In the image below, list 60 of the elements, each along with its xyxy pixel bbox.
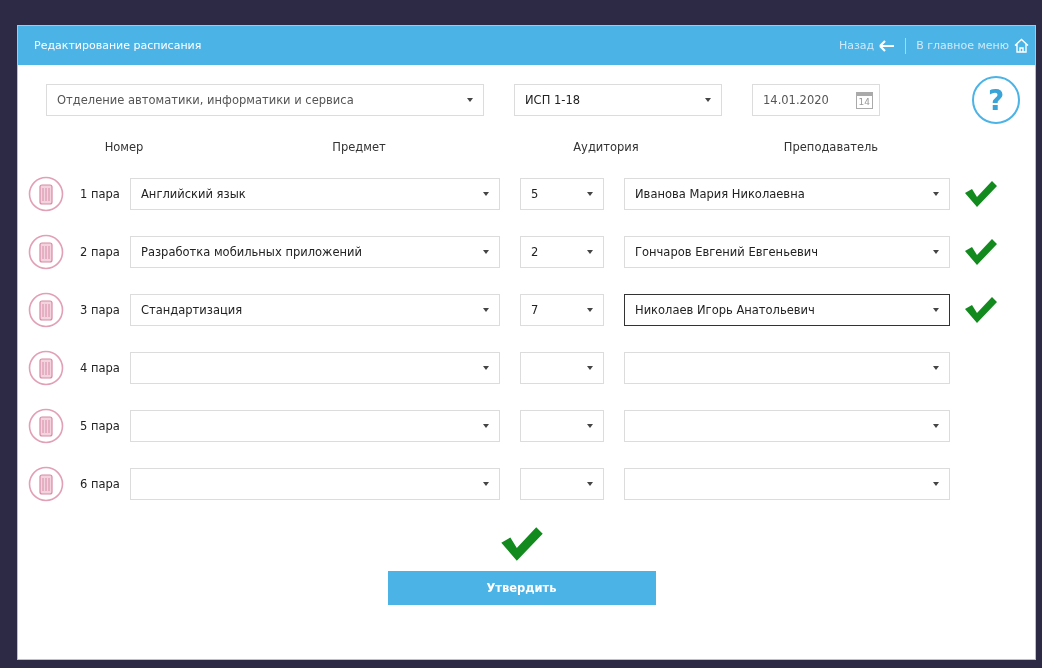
room-dropdown[interactable]: 2 [520, 236, 604, 268]
caret-icon [587, 366, 593, 370]
date-picker[interactable]: 14.01.2020 14 [752, 84, 880, 116]
caret-icon [587, 250, 593, 254]
room-dropdown[interactable] [520, 352, 604, 384]
column-header: Аудитория [572, 140, 640, 154]
caret-icon [483, 366, 489, 370]
home-icon [1014, 38, 1029, 53]
lesson-number: 1 пара [79, 187, 121, 201]
subject-dropdown[interactable]: Стандартизация [130, 294, 500, 326]
delete-icon[interactable] [28, 234, 64, 270]
lesson-number: 6 пара [79, 477, 121, 491]
caret-icon [467, 98, 473, 102]
subject-dropdown[interactable] [130, 468, 500, 500]
lesson-number: 2 пара [79, 245, 121, 259]
caret-icon [483, 250, 489, 254]
caret-icon [705, 98, 711, 102]
room-dropdown[interactable]: 5 [520, 178, 604, 210]
window-title: Редактирование расписания [34, 39, 202, 52]
teacher-dropdown[interactable] [624, 352, 950, 384]
caret-icon [587, 482, 593, 486]
subject-dropdown[interactable] [130, 352, 500, 384]
teacher-dropdown[interactable] [624, 468, 950, 500]
delete-icon[interactable] [28, 350, 64, 386]
lesson-number: 4 пара [79, 361, 121, 375]
column-header: Предмет [331, 140, 387, 154]
teacher-dropdown[interactable]: Николаев Игорь Анатольевич [624, 294, 950, 326]
caret-icon [933, 192, 939, 196]
caret-icon [933, 366, 939, 370]
room-dropdown[interactable] [520, 410, 604, 442]
caret-icon [483, 482, 489, 486]
column-header: Преподаватель [782, 140, 880, 154]
caret-icon [483, 308, 489, 312]
subject-dropdown[interactable]: Разработка мобильных приложений [130, 236, 500, 268]
group-dropdown[interactable]: ИСП 1-18 [514, 84, 722, 116]
delete-icon[interactable] [28, 292, 64, 328]
teacher-dropdown[interactable]: Иванова Мария Николаевна [624, 178, 950, 210]
caret-icon [933, 482, 939, 486]
teacher-dropdown[interactable]: Гончаров Евгений Евгеньевич [624, 236, 950, 268]
back-arrow-icon [879, 39, 896, 52]
department-dropdown[interactable]: Отделение автоматики, информатики и сервиса [46, 84, 484, 116]
caret-icon [483, 424, 489, 428]
lesson-number: 3 пара [79, 303, 121, 317]
caret-icon [933, 424, 939, 428]
caret-icon [933, 250, 939, 254]
caret-icon [587, 424, 593, 428]
lesson-number: 5 пара [79, 419, 121, 433]
subject-dropdown[interactable]: Английский язык [130, 178, 500, 210]
caret-icon [587, 192, 593, 196]
teacher-dropdown[interactable] [624, 410, 950, 442]
room-dropdown[interactable] [520, 468, 604, 500]
caret-icon [933, 308, 939, 312]
caret-icon [587, 308, 593, 312]
room-dropdown[interactable]: 7 [520, 294, 604, 326]
subject-dropdown[interactable] [130, 410, 500, 442]
caret-icon [483, 192, 489, 196]
delete-icon[interactable] [28, 466, 64, 502]
delete-icon[interactable] [28, 408, 64, 444]
column-header: Номер [103, 140, 145, 154]
delete-icon[interactable] [28, 176, 64, 212]
